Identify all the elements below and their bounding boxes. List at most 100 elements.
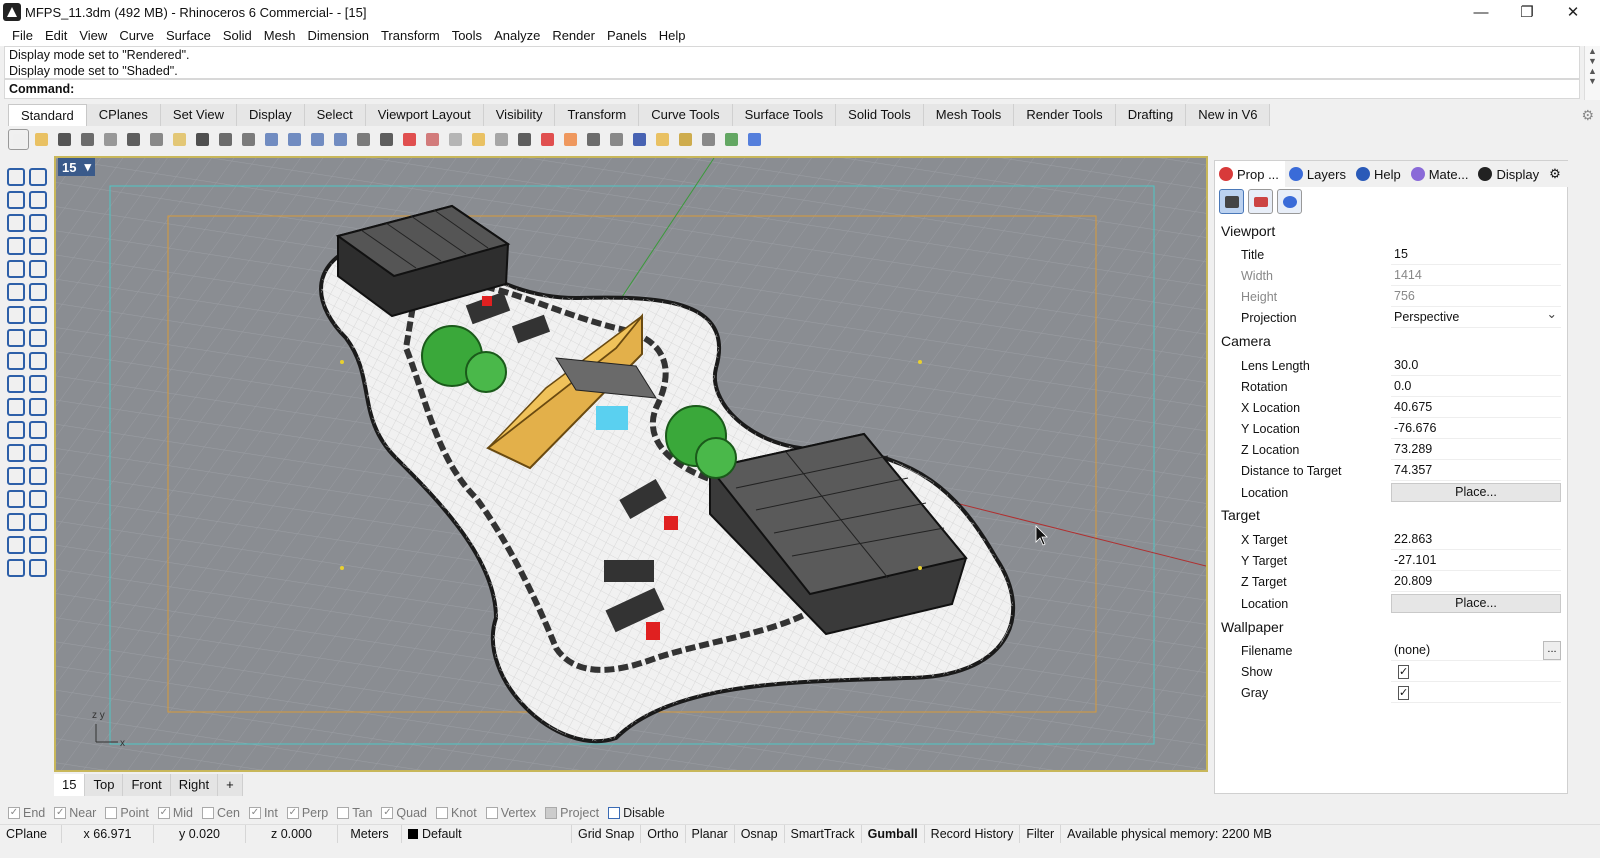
z-location-field[interactable]: 73.289 xyxy=(1391,439,1561,460)
panel-tab-materials[interactable]: Mate... xyxy=(1407,161,1475,187)
viewport-tab-right[interactable]: Right xyxy=(170,774,219,796)
select-arrow-icon[interactable] xyxy=(4,165,25,186)
tab-viewport-layout[interactable]: Viewport Layout xyxy=(365,104,484,126)
planar-toggle[interactable]: Planar xyxy=(686,824,735,843)
gear-icon[interactable]: ⚙ xyxy=(1581,107,1594,124)
zoom-selected-icon[interactable] xyxy=(330,129,351,150)
minimize-button[interactable]: — xyxy=(1458,0,1504,24)
viewport-tab-top[interactable]: Top xyxy=(85,774,124,796)
tab-select[interactable]: Select xyxy=(304,104,366,126)
solid-box-icon[interactable] xyxy=(4,487,25,508)
render-mesh-icon[interactable] xyxy=(4,556,25,577)
zoom-extents-icon[interactable] xyxy=(307,129,328,150)
paint-icon[interactable] xyxy=(26,556,47,577)
viewport-tab-front[interactable]: Front xyxy=(123,774,171,796)
menu-curve[interactable]: Curve xyxy=(113,28,160,43)
gear-toolbar-icon[interactable] xyxy=(675,129,696,150)
menu-edit[interactable]: Edit xyxy=(39,28,73,43)
osnap-quad[interactable]: ✓ Quad xyxy=(381,806,427,820)
target-place-button[interactable]: Place... xyxy=(1391,594,1561,613)
menu-panels[interactable]: Panels xyxy=(601,28,653,43)
circle-icon[interactable] xyxy=(4,211,25,232)
x-target-field[interactable]: 22.863 xyxy=(1391,529,1561,550)
osnap-project[interactable]: Project xyxy=(545,806,599,820)
mesh-icon[interactable] xyxy=(26,326,47,347)
undo-view-icon[interactable] xyxy=(353,129,374,150)
viewport-tab-15[interactable]: 15 xyxy=(54,774,86,796)
tab-set-view[interactable]: Set View xyxy=(160,104,237,126)
mirror-icon[interactable] xyxy=(26,464,47,485)
cplane-icon[interactable] xyxy=(445,129,466,150)
rectangle-icon[interactable] xyxy=(26,234,47,255)
z-target-field[interactable]: 20.809 xyxy=(1391,571,1561,592)
surface-corners-icon[interactable] xyxy=(4,280,25,301)
osnap-int[interactable]: ✓ Int xyxy=(248,806,278,820)
menu-mesh[interactable]: Mesh xyxy=(258,28,302,43)
help-icon[interactable] xyxy=(744,129,765,150)
layer-status[interactable]: Default xyxy=(402,824,572,843)
lens-length-field[interactable]: 30.0 xyxy=(1391,355,1561,376)
save-icon[interactable] xyxy=(54,129,75,150)
osnap-near[interactable]: ✓ Near xyxy=(54,806,96,820)
projection-dropdown[interactable]: Perspective xyxy=(1391,304,1561,328)
tab-solid-tools[interactable]: Solid Tools xyxy=(836,104,924,126)
page-layout-icon[interactable] xyxy=(100,129,121,150)
cut-icon[interactable] xyxy=(123,129,144,150)
layer-icon[interactable] xyxy=(537,129,558,150)
open-file-icon[interactable] xyxy=(31,129,52,150)
car-icon[interactable] xyxy=(399,129,420,150)
camera-place-button[interactable]: Place... xyxy=(1391,483,1561,502)
menu-solid[interactable]: Solid xyxy=(217,28,258,43)
smarttrack-toggle[interactable]: SmartTrack xyxy=(785,824,862,843)
panel-tab-layers[interactable]: Layers xyxy=(1285,161,1352,187)
polyline-icon[interactable] xyxy=(4,188,25,209)
join-icon[interactable] xyxy=(26,372,47,393)
fillet-curve-icon[interactable] xyxy=(26,257,47,278)
copy-icon[interactable] xyxy=(146,129,167,150)
blob-icon[interactable] xyxy=(4,395,25,416)
panel-tab-display[interactable]: Display xyxy=(1474,161,1545,187)
text-icon[interactable] xyxy=(4,441,25,462)
lightbulb-icon[interactable] xyxy=(491,129,512,150)
units-status[interactable]: Meters xyxy=(338,824,402,843)
array-icon[interactable] xyxy=(4,464,25,485)
tab-render-tools[interactable]: Render Tools xyxy=(1014,104,1116,126)
menu-transform[interactable]: Transform xyxy=(375,28,446,43)
sweep-icon[interactable] xyxy=(26,280,47,301)
paste-icon[interactable] xyxy=(169,129,190,150)
explode-icon[interactable] xyxy=(4,349,25,370)
maximize-button[interactable]: ❐ xyxy=(1504,0,1550,24)
grid-snap-toggle[interactable]: Grid Snap xyxy=(572,824,642,843)
scale-icon[interactable] xyxy=(26,441,47,462)
trim-icon[interactable] xyxy=(26,349,47,370)
title-field[interactable]: 15 xyxy=(1391,244,1561,265)
viewport-title-label[interactable]: 15 ▾ xyxy=(58,158,95,176)
filter-toggle[interactable]: Filter xyxy=(1020,824,1062,843)
browse-button[interactable]: ... xyxy=(1543,641,1561,660)
tab-visibility[interactable]: Visibility xyxy=(483,104,556,126)
grid-array-icon[interactable] xyxy=(4,510,25,531)
zoom-icon[interactable] xyxy=(261,129,282,150)
point-icon[interactable] xyxy=(26,165,47,186)
arc-icon[interactable] xyxy=(4,257,25,278)
tab-transform[interactable]: Transform xyxy=(555,104,640,126)
rotate-icon[interactable] xyxy=(4,418,25,439)
osnap-mid[interactable]: ✓ Mid xyxy=(157,806,193,820)
analyze-icon[interactable] xyxy=(4,533,25,554)
lock-icon[interactable] xyxy=(514,129,535,150)
osnap-tan[interactable]: Tan xyxy=(337,806,372,820)
gray-checkbox[interactable]: ✓ xyxy=(1398,686,1410,700)
x-location-field[interactable]: 40.675 xyxy=(1391,397,1561,418)
osnap-vertex[interactable]: Vertex xyxy=(485,806,536,820)
named-view-icon[interactable] xyxy=(422,129,443,150)
panel-settings-gear-icon[interactable]: ⚙ xyxy=(1545,161,1567,187)
osnap-disable[interactable]: Disable xyxy=(608,806,665,820)
menu-dimension[interactable]: Dimension xyxy=(302,28,375,43)
perspective-viewport[interactable]: 15 ▾ z y x xyxy=(54,156,1208,772)
camera-icon[interactable] xyxy=(1219,189,1244,214)
osnap-toggle[interactable]: Osnap xyxy=(735,824,785,843)
close-button[interactable]: ✕ xyxy=(1550,0,1596,24)
split-icon[interactable] xyxy=(4,372,25,393)
group-icon[interactable] xyxy=(26,395,47,416)
boolean-icon[interactable] xyxy=(26,303,47,324)
